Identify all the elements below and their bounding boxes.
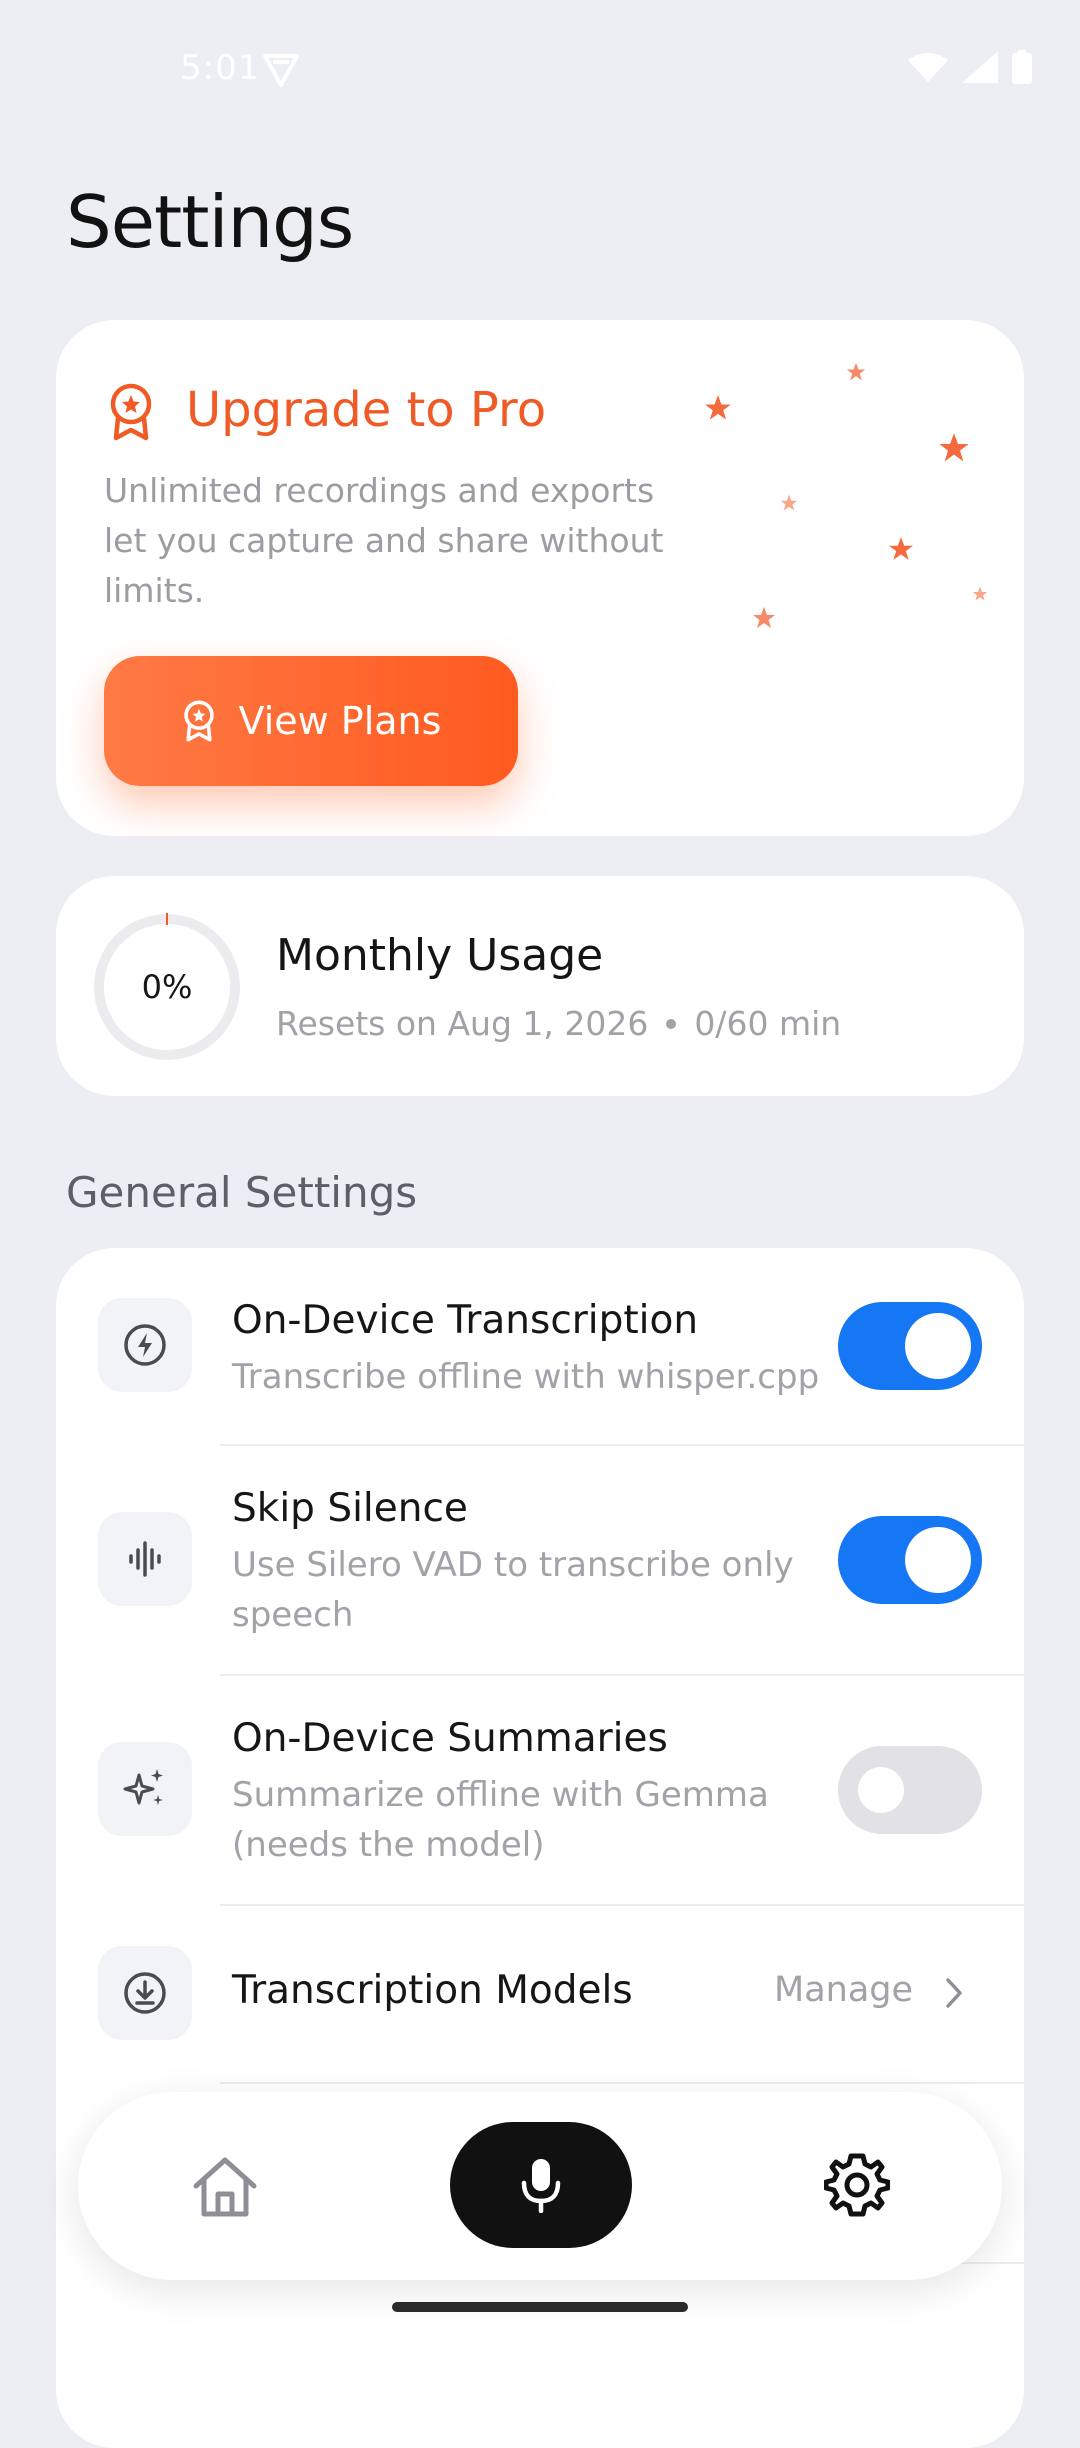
on-device-transcription-toggle[interactable]: [838, 1302, 982, 1390]
view-plans-button[interactable]: View Plans: [104, 656, 518, 786]
star-icon: [846, 362, 866, 381]
toggle-knob: [905, 1313, 971, 1379]
microphone-icon: [521, 2159, 561, 2213]
star-icon: [705, 395, 731, 420]
usage-percent: 0%: [141, 968, 193, 1006]
wifi-icon: [908, 53, 948, 82]
bolt-icon: [98, 1298, 192, 1392]
signal-icon: [962, 51, 998, 83]
waveform-icon: [98, 1512, 192, 1606]
vpn-icon: [263, 54, 299, 87]
usage-reset-date: Resets on Aug 1, 2026: [276, 1004, 649, 1043]
status-bar: 5:01: [0, 0, 1080, 140]
setting-description: Use Silero VAD to transcribe only speech: [232, 1545, 794, 1635]
download-circle-icon: [98, 1946, 192, 2040]
on-device-summaries-toggle[interactable]: [838, 1746, 982, 1834]
setting-title: On-Device Summaries: [232, 1716, 668, 1761]
setting-row-on-device-transcription[interactable]: On-Device Transcription Transcribe offli…: [56, 1248, 1024, 1444]
setting-title: Transcription Models: [232, 1968, 633, 2013]
star-icon: [939, 433, 969, 462]
usage-subtitle: Resets on Aug 1, 2026 0/60 min: [276, 1004, 841, 1043]
setting-row-skip-silence[interactable]: Skip Silence Use Silero VAD to transcrib…: [56, 1446, 1024, 1674]
skip-silence-toggle[interactable]: [838, 1516, 982, 1604]
sparkles-icon: [98, 1742, 192, 1836]
star-icon: [972, 586, 988, 601]
general-settings-header: General Settings: [66, 1168, 418, 1217]
gear-icon[interactable]: [824, 2152, 890, 2218]
record-button[interactable]: [450, 2122, 632, 2248]
usage-minutes: 0/60 min: [694, 1004, 842, 1043]
toggle-knob: [905, 1527, 971, 1593]
page-title: Settings: [66, 180, 354, 264]
bottom-nav-bar: [78, 2092, 1002, 2280]
setting-title: On-Device Transcription: [232, 1298, 699, 1343]
toggle-knob: [858, 1767, 904, 1813]
star-icon: [780, 494, 798, 511]
upgrade-pro-card: Upgrade to Pro Unlimited recordings and …: [56, 320, 1024, 836]
manage-link[interactable]: Manage: [774, 1970, 913, 2010]
pro-description: Unlimited recordings and exports let you…: [104, 471, 664, 610]
battery-icon: [1012, 50, 1032, 84]
award-badge-icon: [110, 383, 152, 441]
star-icon: [753, 607, 775, 628]
pro-title: Upgrade to Pro: [186, 382, 547, 438]
home-indicator: [392, 2302, 688, 2312]
usage-title: Monthly Usage: [276, 930, 604, 981]
divider: [220, 2082, 1024, 2084]
monthly-usage-card: 0% Monthly Usage Resets on Aug 1, 2026 0…: [56, 876, 1024, 1096]
setting-description: Summarize offline with Gemma (needs the …: [232, 1775, 769, 1865]
separator-dot: [666, 1018, 677, 1029]
view-plans-label: View Plans: [238, 699, 442, 743]
home-icon[interactable]: [190, 2154, 260, 2220]
chevron-right-icon: [946, 1978, 962, 2008]
setting-row-transcription-models[interactable]: Transcription Models Manage: [56, 1906, 1024, 2082]
status-time: 5:01: [180, 48, 261, 88]
setting-title: Skip Silence: [232, 1486, 468, 1531]
setting-description: Transcribe offline with whisper.cpp: [232, 1357, 820, 1397]
award-badge-icon: [183, 700, 214, 742]
status-icons: [908, 50, 1032, 84]
star-icon: [889, 537, 913, 560]
setting-row-on-device-summaries[interactable]: On-Device Summaries Summarize offline wi…: [56, 1676, 1024, 1904]
